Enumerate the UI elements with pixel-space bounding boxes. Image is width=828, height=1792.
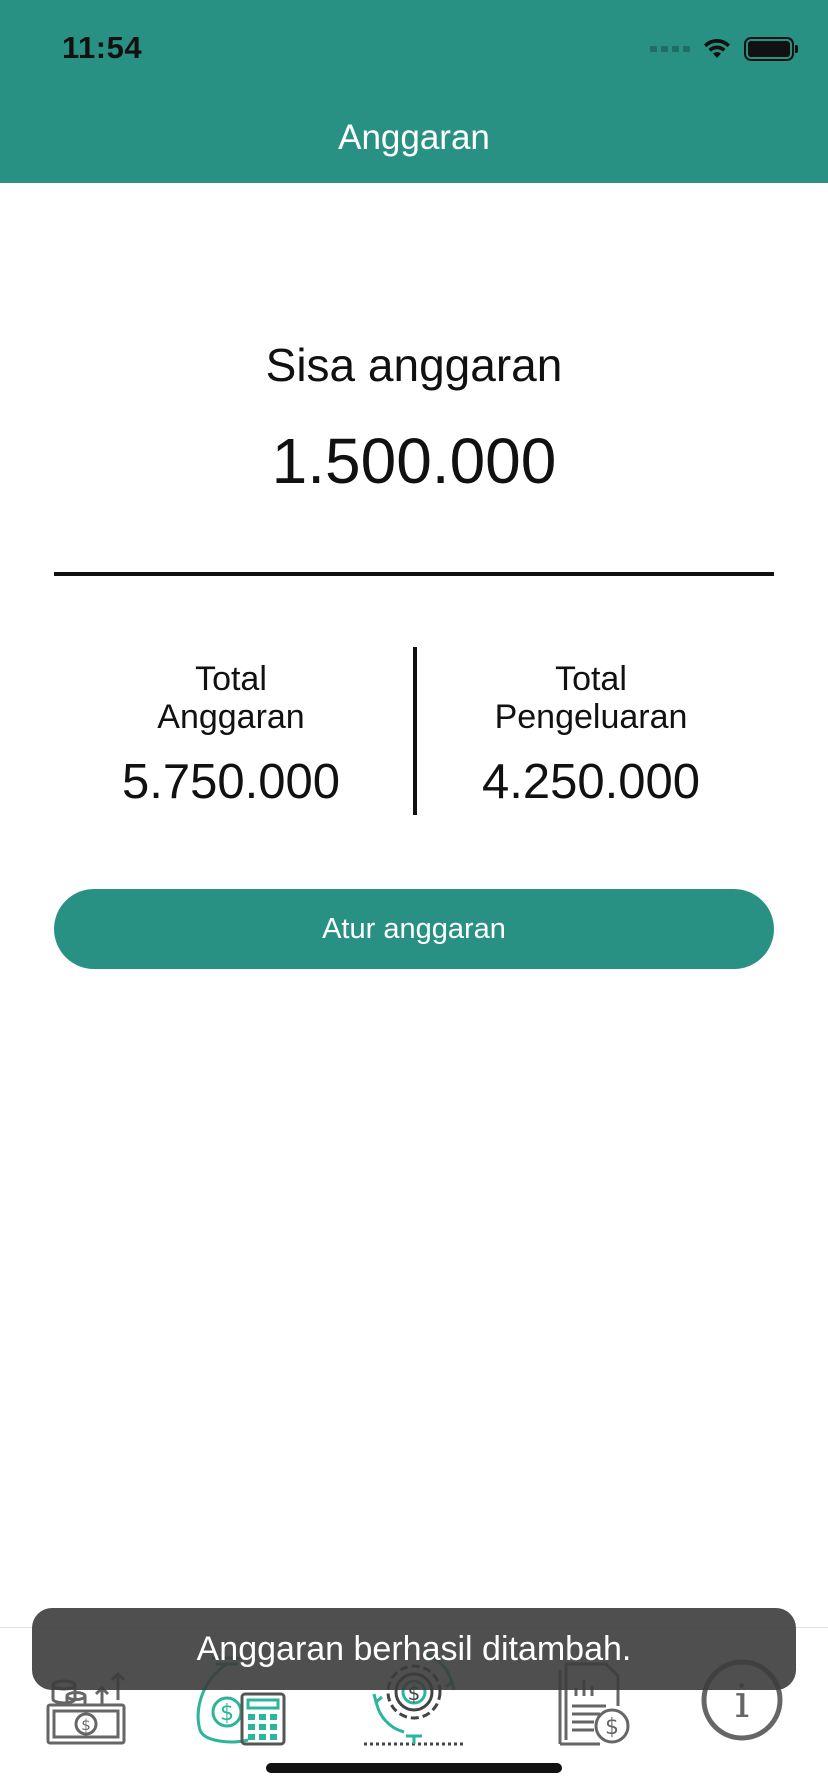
total-expense-value: 4.250.000	[482, 755, 700, 809]
signal-icon	[650, 46, 690, 52]
vertical-divider	[413, 647, 417, 815]
home-indicator[interactable]	[266, 1763, 562, 1773]
total-budget-section: Total Anggaran 5.750.000	[61, 660, 401, 810]
total-budget-label-line2: Anggaran	[157, 698, 305, 736]
remaining-budget-label: Sisa anggaran	[265, 339, 563, 391]
toast-message: Anggaran berhasil ditambah.	[32, 1608, 796, 1690]
total-expense-label-line1: Total	[555, 660, 627, 698]
total-expense-label-line2: Pengeluaran	[494, 698, 688, 736]
horizontal-divider	[54, 572, 774, 576]
remaining-budget-value: 1.500.000	[271, 425, 557, 497]
total-expense-section: Total Pengeluaran 4.250.000	[421, 660, 761, 810]
svg-text:$: $	[220, 1701, 234, 1726]
wifi-icon	[704, 38, 730, 58]
status-time: 11:54	[62, 30, 143, 65]
nav-header: 11:54 Anggaran	[0, 0, 828, 183]
page-title: Anggaran	[338, 118, 490, 157]
status-indicators	[650, 36, 798, 62]
svg-text:$: $	[81, 1716, 91, 1734]
total-budget-value: 5.750.000	[122, 755, 340, 809]
svg-text:$: $	[605, 1715, 619, 1740]
set-budget-button[interactable]: Atur anggaran	[54, 889, 774, 969]
total-budget-label-line1: Total	[195, 660, 267, 698]
battery-icon	[744, 37, 798, 61]
